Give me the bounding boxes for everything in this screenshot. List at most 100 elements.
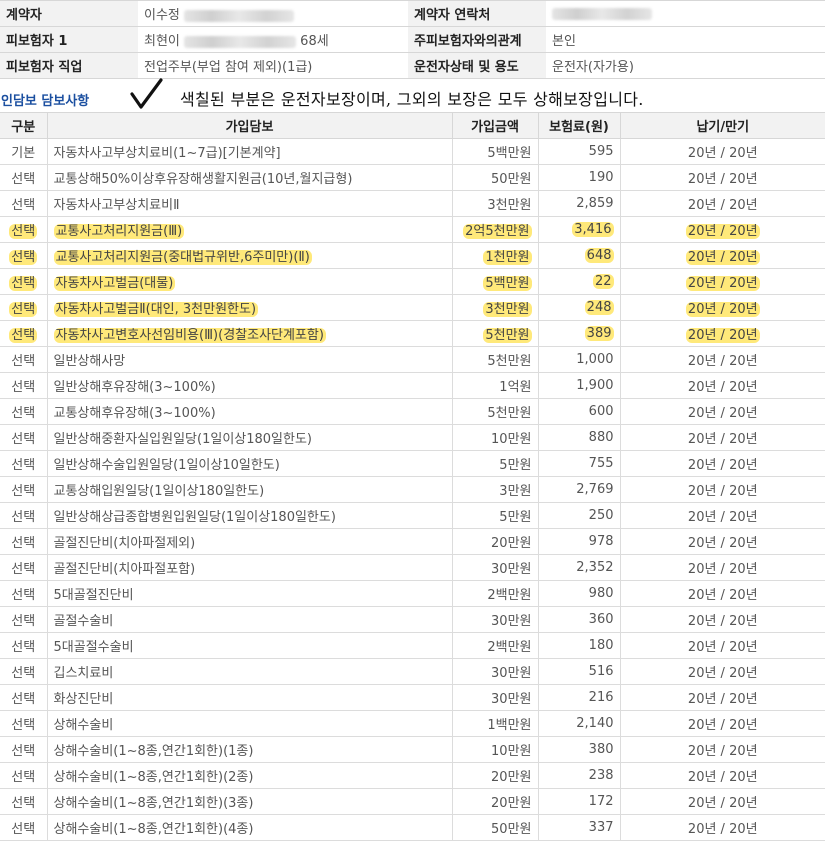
row-coverage-name-cell: 5대골절진단비: [47, 580, 453, 607]
row-term-cell: 20년 / 20년: [620, 424, 825, 451]
row-amount: 20만원: [491, 536, 532, 551]
row-premium-cell: 595: [538, 138, 621, 165]
row-coverage-name: 일반상해사망: [53, 354, 126, 369]
row-type: 선택: [11, 614, 36, 629]
row-premium-cell: 389: [538, 320, 621, 347]
row-premium: 172: [588, 794, 614, 809]
row-amount-cell: 50만원: [452, 164, 539, 191]
row-coverage-name: 5대골절진단비: [53, 588, 134, 603]
row-amount-cell: 30만원: [452, 554, 539, 581]
row-type-cell: 선택: [0, 372, 48, 399]
row-premium-cell: 2,859: [538, 190, 621, 217]
row-coverage-name-cell: 상해수술비: [47, 710, 453, 737]
row-coverage-name: 자동차사고부상치료비(1~7급)[기본계약]: [53, 146, 281, 161]
row-term: 20년 / 20년: [685, 302, 760, 317]
row-term: 20년 / 20년: [687, 770, 758, 785]
row-type: 선택: [11, 510, 36, 525]
table-row: 선택 상해수술비(1~8종,연간1회한)(2종) 20만원 238 20년 / 20년: [0, 762, 825, 789]
row-amount-cell: 5백만원: [452, 138, 539, 165]
checkmark-icon: [130, 78, 163, 109]
column-header-type: 구분: [0, 112, 48, 139]
row-premium-cell: 2,140: [538, 710, 621, 737]
row-term-cell: 20년 / 20년: [620, 346, 825, 373]
row-amount-cell: 30만원: [452, 658, 539, 685]
row-type: 선택: [9, 224, 38, 239]
row-coverage-name: 상해수술비(1~8종,연간1회한)(2종): [53, 770, 254, 785]
row-amount: 30만원: [491, 692, 532, 707]
row-amount-cell: 5천만원: [452, 398, 539, 425]
row-type: 선택: [11, 432, 36, 447]
row-amount-cell: 2억5천만원: [452, 216, 539, 243]
row-coverage-name: 일반상해중환자실입원일당(1일이상180일한도): [53, 432, 313, 447]
row-amount-cell: 10만원: [452, 736, 539, 763]
row-premium: 1,000: [576, 352, 614, 367]
row-type-cell: 기본: [0, 138, 48, 165]
info-value: 운전자(자가용): [546, 52, 825, 79]
row-type: 선택: [11, 692, 36, 707]
row-premium: 3,416: [572, 222, 614, 237]
redacted-text: [552, 7, 652, 20]
row-coverage-name-cell: 교통사고처리지원금(중대법규위반,6주미만)(Ⅱ): [47, 242, 453, 269]
row-type: 선택: [11, 770, 36, 785]
row-type: 선택: [11, 380, 36, 395]
row-amount-cell: 5만원: [452, 450, 539, 477]
row-type-cell: 선택: [0, 580, 48, 607]
row-term: 20년 / 20년: [687, 666, 758, 681]
row-amount: 30만원: [491, 666, 532, 681]
row-term: 20년 / 20년: [687, 796, 758, 811]
row-premium: 22: [592, 274, 614, 289]
table-row: 선택 상해수술비(1~8종,연간1회한)(3종) 20만원 172 20년 / 20년: [0, 788, 825, 815]
info-label: 피보험자 1: [0, 26, 138, 53]
row-type-cell: 선택: [0, 164, 48, 191]
row-premium-cell: 216: [538, 684, 621, 711]
row-term: 20년 / 20년: [687, 588, 758, 603]
row-term-cell: 20년 / 20년: [620, 398, 825, 425]
row-coverage-name: 깁스치료비: [53, 666, 114, 681]
row-coverage-name-cell: 일반상해후유장해(3~100%): [47, 372, 453, 399]
table-row: 선택 일반상해후유장해(3~100%) 1억원 1,900 20년 / 20년: [0, 372, 825, 399]
row-premium-cell: 1,000: [538, 346, 621, 373]
row-amount-cell: 30만원: [452, 606, 539, 633]
row-amount: 5만원: [499, 458, 532, 473]
table-row: 선택 일반상해상급종합병원입원일당(1일이상180일한도) 5만원 250 20년 / …: [0, 502, 825, 529]
row-term-cell: 20년 / 20년: [620, 814, 825, 841]
row-type: 선택: [9, 250, 38, 265]
row-term: 20년 / 20년: [687, 406, 758, 421]
row-amount: 5천만원: [487, 406, 532, 421]
row-premium: 389: [584, 326, 614, 341]
row-coverage-name-cell: 5대골절수술비: [47, 632, 453, 659]
row-type: 선택: [9, 302, 38, 317]
row-amount-cell: 20만원: [452, 528, 539, 555]
row-premium: 755: [588, 456, 614, 471]
row-type-cell: 선택: [0, 684, 48, 711]
row-coverage-name-cell: 자동차사고부상치료비(1~7급)[기본계약]: [47, 138, 453, 165]
row-type: 선택: [11, 744, 36, 759]
table-row: 기본 자동차사고부상치료비(1~7급)[기본계약] 5백만원 595 20년 / 20년: [0, 138, 825, 165]
row-term: 20년 / 20년: [685, 276, 760, 291]
coverage-table: 구분 가입담보 가입금액 보험료(원) 납기/만기 기본 자동차사고부상치료비(1…: [0, 112, 825, 841]
row-amount-cell: 1억원: [452, 372, 539, 399]
info-value: 이수정: [138, 0, 408, 27]
row-coverage-name-cell: 상해수술비(1~8종,연간1회한)(4종): [47, 814, 453, 841]
row-coverage-name-cell: 깁스치료비: [47, 658, 453, 685]
row-term: 20년 / 20년: [687, 536, 758, 551]
row-amount-cell: 5천만원: [452, 346, 539, 373]
row-term: 20년 / 20년: [687, 432, 758, 447]
row-amount-cell: 30만원: [452, 684, 539, 711]
row-term-cell: 20년 / 20년: [620, 554, 825, 581]
table-row: 선택 골절진단비(치아파절포함) 30만원 2,352 20년 / 20년: [0, 554, 825, 581]
row-type: 선택: [11, 484, 36, 499]
row-coverage-name: 골절수술비: [53, 614, 114, 629]
info-label: 계약자 연락처: [408, 0, 546, 27]
info-label: 주피보험자와의관계: [408, 26, 546, 53]
row-type-cell: 선택: [0, 346, 48, 373]
row-amount: 3만원: [499, 484, 532, 499]
info-value: 본인: [546, 26, 825, 53]
row-type-cell: 선택: [0, 476, 48, 503]
insured-name: 최현이: [144, 34, 180, 49]
row-premium: 2,859: [576, 196, 614, 211]
row-term-cell: 20년 / 20년: [620, 736, 825, 763]
row-term-cell: 20년 / 20년: [620, 528, 825, 555]
table-row: 선택 교통사고처리지원금(Ⅲ) 2억5천만원 3,416 20년 / 20년: [0, 216, 825, 243]
row-coverage-name: 상해수술비(1~8종,연간1회한)(4종): [53, 822, 254, 837]
